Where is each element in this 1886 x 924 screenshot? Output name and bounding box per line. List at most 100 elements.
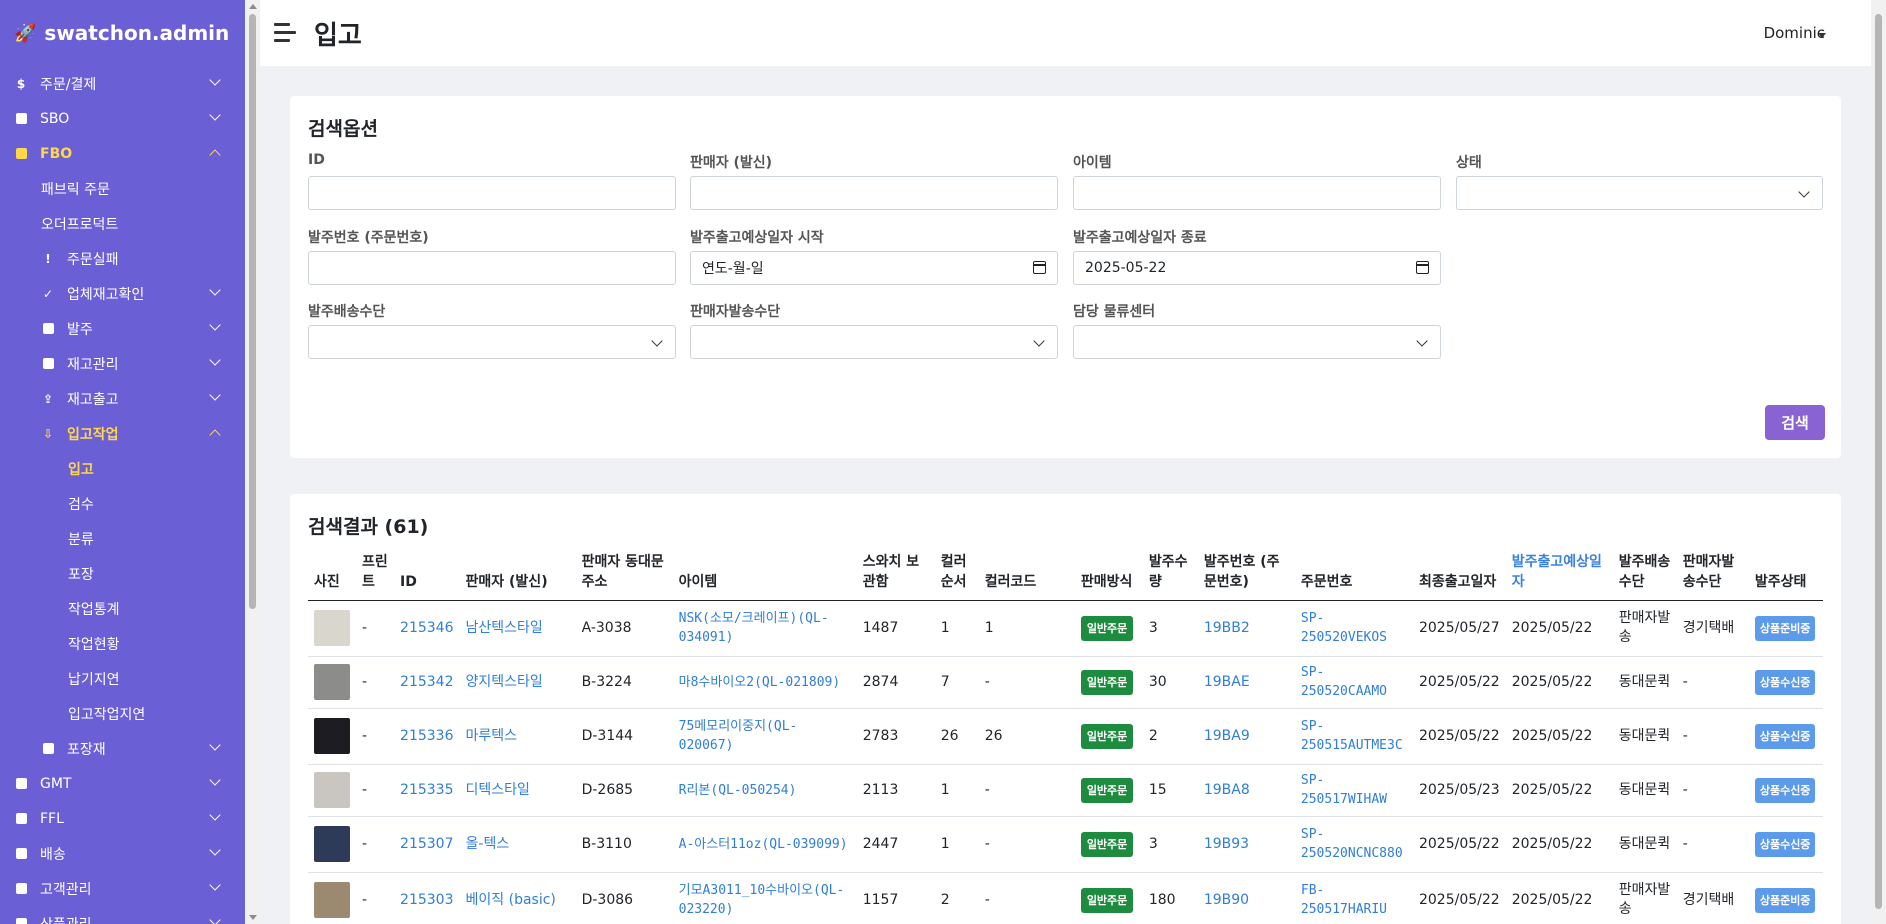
sidebar-scrollbar[interactable] — [245, 0, 260, 924]
sidebar-item-10[interactable]: ⇪ 재고출고 — [0, 381, 245, 416]
sidebar-item-4[interactable]: 패브릭 주문 — [0, 171, 245, 206]
sidebar-item-11[interactable]: ⇩ 입고작업 — [0, 416, 245, 451]
seller-value[interactable]: 양지텍스타일 — [466, 674, 543, 690]
sidebar-item-23[interactable]: 배송 — [0, 836, 245, 871]
search-button[interactable]: 검색 — [1765, 405, 1825, 440]
order-value[interactable]: FB-250517HARIU — [1301, 883, 1387, 917]
item-value[interactable]: A-아스터11oz(QL-039099) — [679, 837, 848, 852]
column-header[interactable]: 발주출고예상일자 — [1505, 550, 1613, 601]
page-scroll-thumb[interactable] — [1875, 14, 1882, 909]
sidebar-item-12[interactable]: 입고 — [0, 451, 245, 486]
id-label: ID — [308, 152, 325, 168]
page-scrollbar[interactable] — [1871, 0, 1886, 924]
po-value[interactable]: 19BB2 — [1204, 620, 1250, 636]
calendar-icon[interactable] — [1416, 261, 1429, 274]
expected-cell: 2025/05/22 — [1505, 600, 1613, 657]
po-value[interactable]: 19BA8 — [1204, 782, 1250, 798]
sidebar-item-19[interactable]: 입고작업지연 — [0, 696, 245, 731]
calendar-icon[interactable] — [1033, 261, 1046, 274]
seller-value[interactable]: 올-텍스 — [466, 836, 510, 852]
scroll-up-arrow-icon[interactable] — [249, 4, 257, 9]
fabric-thumbnail[interactable] — [314, 826, 350, 862]
po-value[interactable]: 19B90 — [1204, 892, 1249, 908]
sidebar-item-13[interactable]: 검수 — [0, 486, 245, 521]
po-value[interactable]: 19B93 — [1204, 836, 1249, 852]
ship-end-date-input[interactable]: 2025-05-22 — [1073, 251, 1441, 285]
table-row[interactable]: - 215335 디텍스타일 D-2685 R리본(QL-050254) 2113 1 - 일반… — [308, 764, 1823, 817]
sidebar-item-20[interactable]: 포장재 — [0, 731, 245, 766]
po-shipping-select[interactable] — [308, 325, 676, 359]
seller-shipping-label: 판매자발송수단 — [690, 304, 781, 320]
item-value[interactable]: 기모A3011_10수바이오(QL-023220) — [679, 883, 845, 917]
sidebar-item-8[interactable]: 발주 — [0, 311, 245, 346]
menu-toggle-icon[interactable] — [274, 23, 298, 43]
user-menu[interactable]: Dominic — [1764, 24, 1825, 42]
seller-input[interactable] — [690, 176, 1058, 210]
sidebar-item-5[interactable]: 오더프로덕트 — [0, 206, 245, 241]
sidebar-item-21[interactable]: GMT — [0, 766, 245, 801]
po-value[interactable]: 19BA9 — [1204, 728, 1250, 744]
status-cell: 상품수신중 — [1748, 816, 1823, 873]
seller-ship-cell: - — [1676, 708, 1749, 765]
item-value[interactable]: R리본(QL-050254) — [679, 783, 797, 798]
seller-value[interactable]: 남산텍스타일 — [466, 620, 543, 636]
sidebar-item-2[interactable]: SBO — [0, 101, 245, 136]
sidebar-item-9[interactable]: 재고관리 — [0, 346, 245, 381]
order-value[interactable]: SP-250517WIHAW — [1301, 773, 1387, 807]
item-label: 아이템 — [1073, 155, 1112, 171]
scroll-down-arrow-icon[interactable] — [249, 915, 257, 920]
seller-shipping-select[interactable] — [690, 325, 1058, 359]
sidebar-item-17[interactable]: 작업현황 — [0, 626, 245, 661]
sidebar-item-3[interactable]: FBO — [0, 136, 245, 171]
item-value[interactable]: NSK(소모/크레이프)(QL-034091) — [679, 611, 829, 645]
id-value[interactable]: 215307 — [400, 836, 453, 852]
center-select[interactable] — [1073, 325, 1441, 359]
id-value[interactable]: 215303 — [400, 892, 453, 908]
sidebar-item-1[interactable]: $ 주문/결제 — [0, 66, 245, 101]
po-value[interactable]: 19BAE — [1204, 674, 1250, 690]
expected-value: 2025/05/22 — [1511, 891, 1593, 908]
order-value[interactable]: SP-250520VEKOS — [1301, 611, 1387, 645]
sidebar-item-15[interactable]: 포장 — [0, 556, 245, 591]
item-value[interactable]: 마8수바이오2(QL-021809) — [679, 675, 841, 690]
sidebar-item-16[interactable]: 작업통계 — [0, 591, 245, 626]
fabric-thumbnail[interactable] — [314, 772, 350, 808]
seller-value[interactable]: 베이직 (basic) — [466, 892, 556, 908]
fabric-thumbnail[interactable] — [314, 882, 350, 918]
id-value[interactable]: 215335 — [400, 782, 453, 798]
seller-value[interactable]: 디텍스타일 — [466, 782, 530, 798]
fabric-thumbnail[interactable] — [314, 718, 350, 754]
sidebar-item-7[interactable]: ✓ 업체재고확인 — [0, 276, 245, 311]
ship-start-label: 발주출고예상일자 시작 — [690, 230, 824, 246]
order-value[interactable]: SP-250520CAAMO — [1301, 665, 1387, 699]
fabric-thumbnail[interactable] — [314, 664, 350, 700]
table-row[interactable]: - 215303 베이직 (basic) D-3086 기모A3011_10수바이오(Q… — [308, 872, 1823, 924]
id-input[interactable] — [308, 176, 676, 210]
order-value[interactable]: SP-250520NCNC880 — [1301, 827, 1403, 861]
sidebar-scroll-thumb[interactable] — [249, 14, 256, 609]
ship-start-date-input[interactable]: 연도-월-일 — [690, 251, 1058, 285]
order-cell: SP-250515AUTME3C — [1294, 708, 1413, 765]
order-value[interactable]: SP-250515AUTME3C — [1301, 719, 1403, 753]
sidebar-item-24[interactable]: 고객관리 — [0, 871, 245, 906]
table-row[interactable]: - 215336 마루텍스 D-3144 75메모리이중지(QL-020067) 2783… — [308, 708, 1823, 765]
seller-value[interactable]: 마루텍스 — [466, 728, 518, 744]
table-row[interactable]: - 215307 올-텍스 B-3110 A-아스터11oz(QL-039099) 244… — [308, 816, 1823, 873]
id-value[interactable]: 215346 — [400, 620, 453, 636]
id-value[interactable]: 215336 — [400, 728, 453, 744]
table-row[interactable]: - 215342 양지텍스타일 B-3224 마8수바이오2(QL-021809) 287… — [308, 656, 1823, 709]
sidebar-item-6[interactable]: ! 주문실패 — [0, 241, 245, 276]
brand[interactable]: 🚀 swatchon.admin — [0, 0, 245, 66]
item-input[interactable] — [1073, 176, 1441, 210]
sidebar-item-14[interactable]: 분류 — [0, 521, 245, 556]
id-value[interactable]: 215342 — [400, 674, 453, 690]
sidebar-item-18[interactable]: 납기지연 — [0, 661, 245, 696]
item-value[interactable]: 75메모리이중지(QL-020067) — [679, 719, 798, 753]
status-select[interactable] — [1456, 176, 1823, 210]
sidebar-item-25[interactable]: 상품관리 — [0, 906, 245, 924]
sidebar-item-22[interactable]: FFL — [0, 801, 245, 836]
chevron-down-icon[interactable] — [1818, 33, 1826, 38]
fabric-thumbnail[interactable] — [314, 610, 350, 646]
po-number-input[interactable] — [308, 251, 676, 285]
table-row[interactable]: - 215346 남산텍스타일 A-3038 NSK(소모/크레이프)(QL-03409… — [308, 600, 1823, 657]
